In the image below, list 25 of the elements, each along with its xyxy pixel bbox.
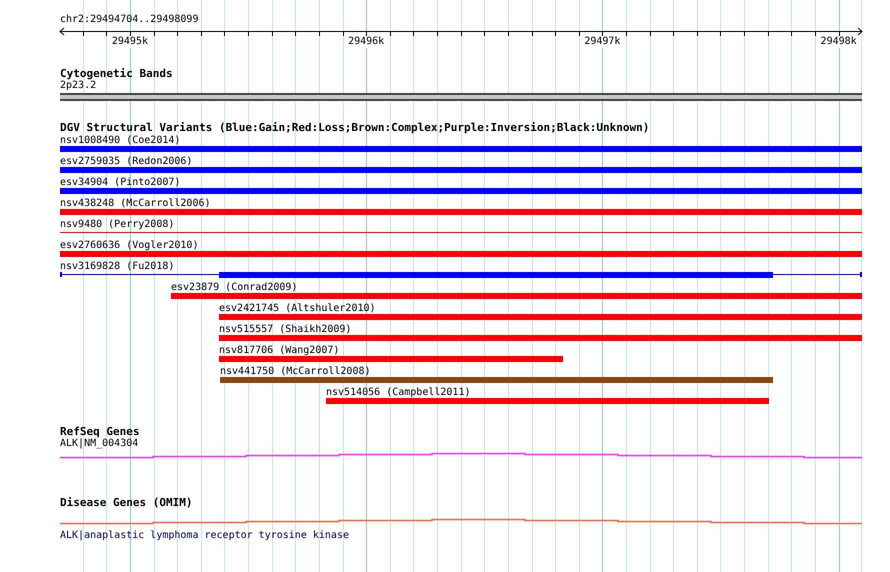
variant-label: nsv514056 (Campbell2011) xyxy=(326,387,470,398)
variant-label: nsv817706 (Wang2007) xyxy=(219,345,340,356)
variant-label: esv2760636 (Vogler2010) xyxy=(60,240,198,251)
variant-label: esv34904 (Pinto2007) xyxy=(60,177,180,188)
variant-label: nsv515557 (Shaikh2009) xyxy=(219,324,352,335)
variant-label: nsv3169828 (Fu2018) xyxy=(60,261,174,272)
variant-label: nsv438248 (McCarroll2006) xyxy=(60,198,211,209)
variant-label: nsv1008490 (Coe2014) xyxy=(60,135,180,146)
variant-label: nsv441750 (McCarroll2008) xyxy=(220,366,371,377)
tick-label: 29497k xyxy=(583,36,622,48)
gene-label: ALK|NM_004304 xyxy=(60,438,138,449)
tick-label: 29495k xyxy=(110,36,149,48)
tick-label: 29496k xyxy=(347,36,386,48)
track-title: Disease Genes (OMIM) xyxy=(60,497,192,509)
gene-link[interactable]: ALK|anaplastic lymphoma receptor tyrosine kinase xyxy=(60,530,349,541)
track-title: DGV Structural Variants (Blue:Gain;Red:Loss;Brown:Complex;Purple:Inversion;Black:Unknown) xyxy=(60,122,650,134)
variant-label: esv23879 (Conrad2009) xyxy=(171,282,298,293)
track-title: Cytogenetic Bands xyxy=(60,68,173,80)
track-title: RefSeq Genes xyxy=(60,426,140,438)
tick-label: 29498k xyxy=(820,36,858,48)
variant-label: esv2759035 (Redon2006) xyxy=(60,156,192,167)
location-label: chr2:29494704..29498099 xyxy=(60,14,198,26)
variant-label: nsv9480 (Perry2008) xyxy=(60,219,174,230)
band-label: 2p23.2 xyxy=(60,80,96,91)
variant-label: esv2421745 (Altshuler2010) xyxy=(219,303,376,314)
